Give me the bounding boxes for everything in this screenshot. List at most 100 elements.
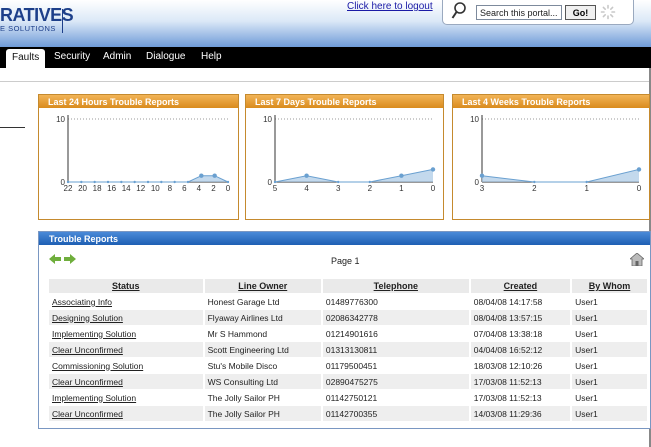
telephone-cell: 01142700355 <box>322 406 469 421</box>
logout-link[interactable]: Click here to logout <box>347 1 433 12</box>
data-point <box>199 173 204 178</box>
x-tick-label: 0 <box>226 184 231 193</box>
by-whom-cell: User1 <box>572 310 647 325</box>
by-whom-cell: User1 <box>572 342 647 357</box>
data-point <box>212 173 217 178</box>
created-cell: 07/04/08 13:38:18 <box>470 326 571 341</box>
x-tick-label: 8 <box>168 184 173 193</box>
x-tick-label: 3 <box>336 184 341 193</box>
chart-last-4-weeks: 1003 2 1 0 <box>470 115 642 193</box>
created-cell: 18/03/08 12:10:26 <box>470 358 571 373</box>
next-page-arrow-icon[interactable] <box>64 254 76 264</box>
column-header-telephone[interactable]: Telephone <box>322 279 469 293</box>
pager: Page 1 <box>39 246 650 276</box>
y-tick-label: 10 <box>470 115 479 124</box>
data-point <box>399 173 404 178</box>
status-link[interactable]: Associating Info <box>52 297 112 307</box>
page-indicator: Page 1 <box>331 256 360 266</box>
x-tick-label: 4 <box>197 184 202 193</box>
table-row: Clear Unconfirmed The Jolly Sailor PH 01… <box>49 406 647 421</box>
sub-bar <box>0 68 651 82</box>
previous-page-arrow-icon[interactable] <box>49 254 61 264</box>
home-icon[interactable] <box>630 253 644 266</box>
search-go-button[interactable]: Go! <box>565 5 596 20</box>
status-link[interactable]: Implementing Solution <box>52 393 136 403</box>
status-link[interactable]: Designing Solution <box>52 313 123 323</box>
x-tick-label: 10 <box>151 184 160 193</box>
data-point <box>479 173 485 178</box>
x-tick-label: 0 <box>431 184 436 193</box>
data-point <box>66 180 70 184</box>
data-point <box>160 180 163 184</box>
x-tick-label: 2 <box>532 184 537 193</box>
logo-divider <box>62 9 63 33</box>
panel-last-7-days: Last 7 Days Trouble Reports 10 0 5 4 3 2 1 0 <box>245 94 444 220</box>
column-header-line-owner[interactable]: Line Owner <box>204 279 321 293</box>
telephone-cell: 01313130811 <box>322 342 469 357</box>
by-whom-cell: User1 <box>572 326 647 341</box>
plot-area <box>275 119 433 182</box>
sidebar-divider <box>0 127 25 128</box>
status-link[interactable]: Clear Unconfirmed <box>52 345 123 355</box>
y-tick-label: 10 <box>263 115 272 124</box>
telephone-cell: 01179500451 <box>322 358 469 373</box>
chart-last-24-hours: 10022 20 18 16 14 12 10 8 6 4 2 0 <box>56 115 231 193</box>
created-cell: 08/04/08 13:57:15 <box>470 310 571 325</box>
created-cell: 08/04/08 14:17:58 <box>470 294 571 309</box>
table-row: Implementing Solution The Jolly Sailor P… <box>49 390 647 405</box>
data-point <box>337 180 340 184</box>
panel-title: Last 4 Weeks Trouble Reports <box>453 95 649 108</box>
x-tick-label: 20 <box>78 184 87 193</box>
x-tick-label: 22 <box>64 184 73 193</box>
x-tick-label: 1 <box>584 184 589 193</box>
loading-spinner-icon <box>600 4 616 20</box>
data-point <box>226 180 230 184</box>
created-cell: 04/04/08 16:52:12 <box>470 342 571 357</box>
plot-area <box>482 119 639 182</box>
x-tick-label: 0 <box>637 184 642 193</box>
line-owner-cell: Stu's Mobile Disco <box>204 358 321 373</box>
data-point <box>186 180 190 184</box>
line-owner-cell: Flyaway Airlines Ltd <box>204 310 321 325</box>
telephone-cell: 01489776300 <box>322 294 469 309</box>
data-point <box>304 173 309 178</box>
column-header-created[interactable]: Created <box>470 279 571 293</box>
table-row: Clear Unconfirmed Scott Engineering Ltd … <box>49 342 647 357</box>
tab-help[interactable]: Help <box>201 51 222 62</box>
table-row: Clear Unconfirmed WS Consulting Ltd 0289… <box>49 374 647 389</box>
status-link[interactable]: Implementing Solution <box>52 329 136 339</box>
chart-last-7-days: 1005 4 3 2 1 0 <box>263 115 436 193</box>
table-row: Implementing Solution Mr S Hammond 01214… <box>49 326 647 341</box>
column-header-by-whom[interactable]: By Whom <box>572 279 647 293</box>
tab-admin[interactable]: Admin <box>103 51 131 62</box>
table-row: Associating Info Honest Garage Ltd 01489… <box>49 294 647 309</box>
panel-title: Last 7 Days Trouble Reports <box>246 95 443 108</box>
line-owner-cell: The Jolly Sailor PH <box>204 390 321 405</box>
x-tick-label: 2 <box>211 184 216 193</box>
by-whom-cell: User1 <box>572 390 647 405</box>
status-link[interactable]: Commissioning Solution <box>52 361 143 371</box>
by-whom-cell: User1 <box>572 294 647 309</box>
x-tick-label: 2 <box>368 184 373 193</box>
x-tick-label: 1 <box>399 184 404 193</box>
tab-faults[interactable]: Faults <box>6 49 46 68</box>
data-point <box>173 180 176 184</box>
panel-last-24-hours: Last 24 Hours Trouble Reports 10 0 22 20 18 1… <box>38 94 239 220</box>
line-owner-cell: WS Consulting Ltd <box>204 374 321 389</box>
search-input[interactable] <box>476 5 562 20</box>
telephone-cell: 02086342778 <box>322 310 469 325</box>
tab-security[interactable]: Security <box>54 51 90 62</box>
x-tick-label: 5 <box>273 184 278 193</box>
status-link[interactable]: Clear Unconfirmed <box>52 377 123 387</box>
status-link[interactable]: Clear Unconfirmed <box>52 409 123 419</box>
line-owner-cell: Honest Garage Ltd <box>204 294 321 309</box>
trouble-reports-panel: Trouble Reports Page 1 Status Line Owner… <box>38 231 651 429</box>
column-header-status[interactable]: Status <box>49 279 203 293</box>
by-whom-cell: User1 <box>572 358 647 373</box>
data-point <box>120 180 123 184</box>
x-tick-label: 4 <box>304 184 309 193</box>
tab-dialogue[interactable]: Dialogue <box>146 51 185 62</box>
data-point <box>368 180 371 184</box>
magnifier-icon[interactable] <box>451 1 467 21</box>
data-point <box>106 180 110 184</box>
